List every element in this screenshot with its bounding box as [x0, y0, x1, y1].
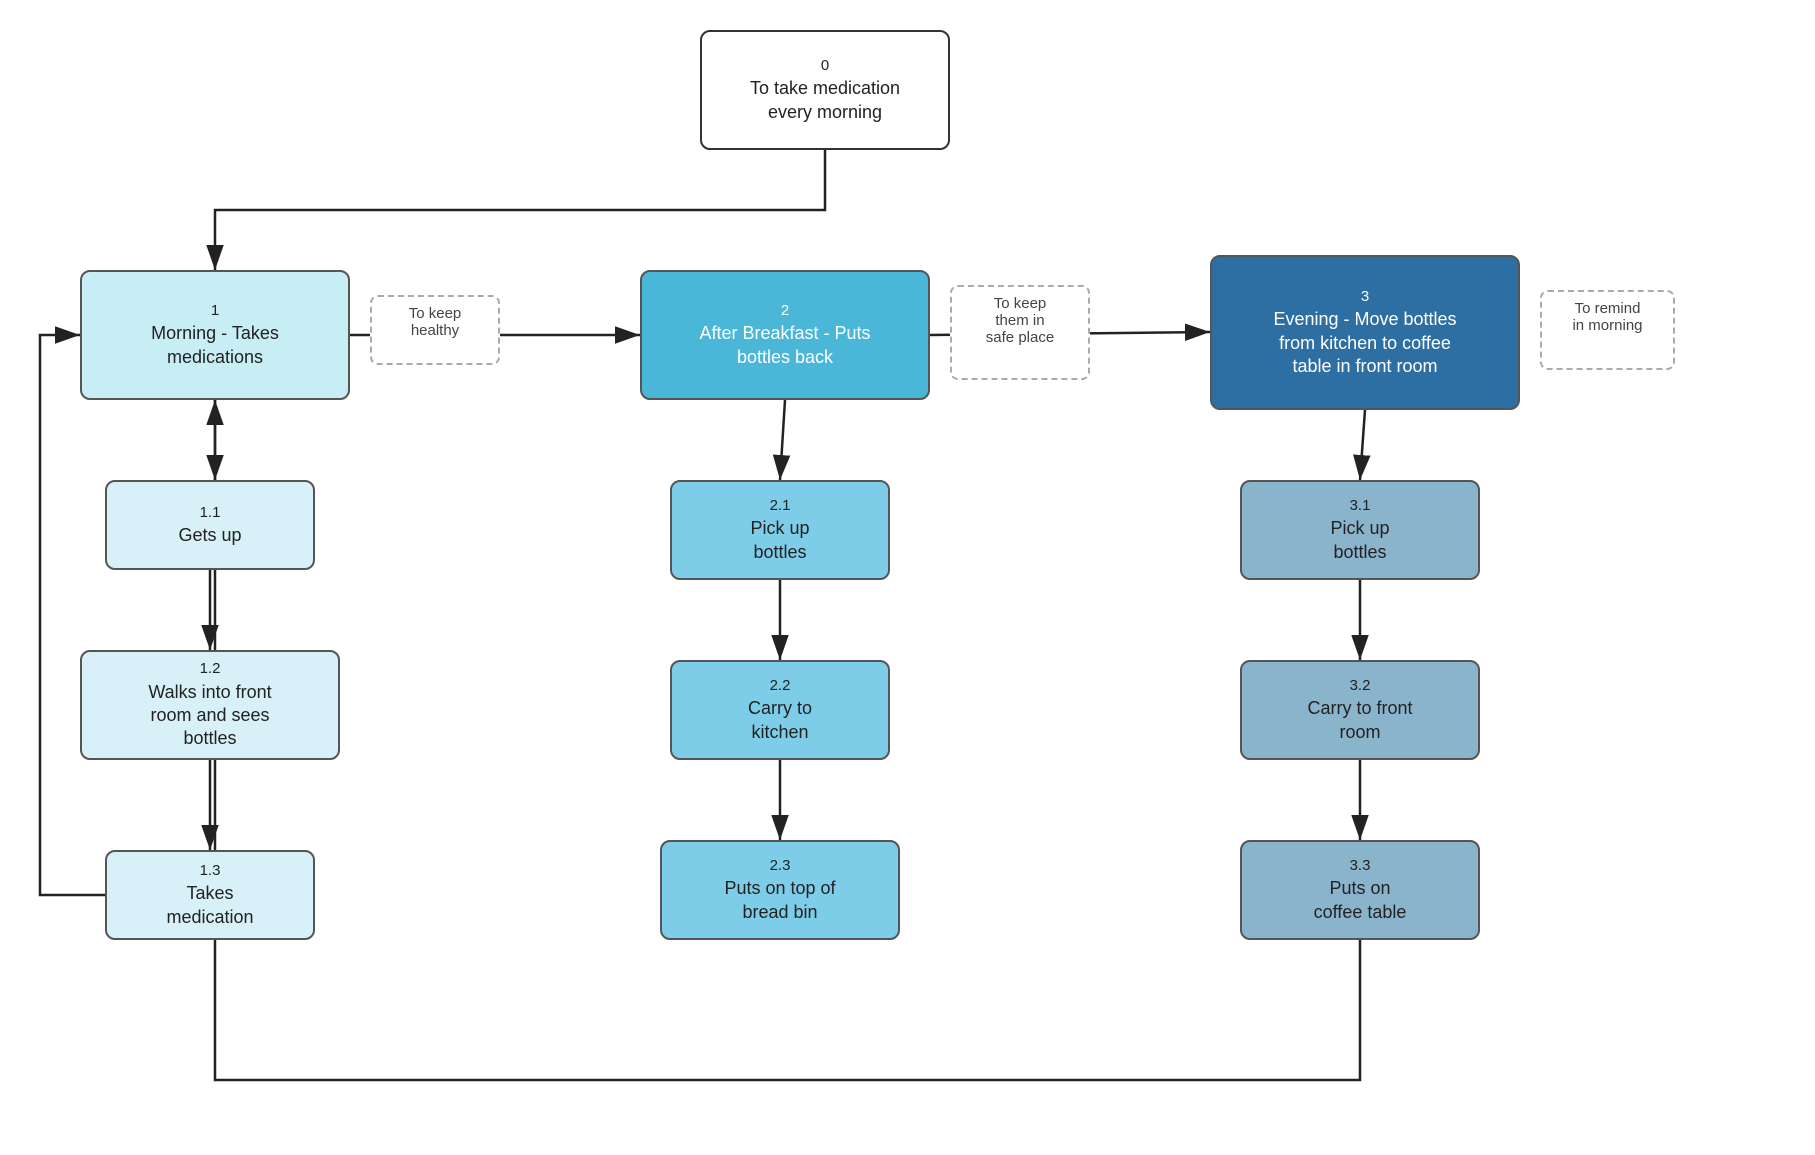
node-33-label: Puts oncoffee table: [1314, 877, 1407, 924]
node-23-label: Puts on top ofbread bin: [724, 877, 835, 924]
node-3-note: To remindin morning: [1540, 290, 1675, 370]
node-1-note: To keephealthy: [370, 295, 500, 365]
node-2-note: To keepthem insafe place: [950, 285, 1090, 380]
node-1-label: Morning - Takesmedications: [151, 322, 279, 369]
node-13-label: Takesmedication: [166, 882, 253, 929]
node-2: 2 After Breakfast - Putsbottles back: [640, 270, 930, 400]
node-31: 3.1 Pick upbottles: [1240, 480, 1480, 580]
node-1: 1 Morning - Takesmedications: [80, 270, 350, 400]
node-32-id: 3.2: [1350, 676, 1371, 696]
node-1-id: 1: [211, 301, 219, 321]
node-22-label: Carry tokitchen: [748, 697, 812, 744]
node-0-label: To take medicationevery morning: [750, 77, 900, 124]
node-12: 1.2 Walks into frontroom and seesbottles: [80, 650, 340, 760]
node-31-label: Pick upbottles: [1330, 517, 1389, 564]
node-0: 0 To take medicationevery morning: [700, 30, 950, 150]
node-33: 3.3 Puts oncoffee table: [1240, 840, 1480, 940]
node-21-id: 2.1: [770, 496, 791, 516]
diagram: 0 To take medicationevery morning 1 Morn…: [0, 0, 1815, 1155]
node-3-id: 3: [1361, 287, 1369, 307]
node-0-id: 0: [821, 56, 829, 76]
node-31-id: 3.1: [1350, 496, 1371, 516]
node-32-label: Carry to frontroom: [1307, 697, 1412, 744]
node-22-id: 2.2: [770, 676, 791, 696]
node-23-id: 2.3: [770, 856, 791, 876]
node-2-label: After Breakfast - Putsbottles back: [699, 322, 870, 369]
node-22: 2.2 Carry tokitchen: [670, 660, 890, 760]
node-11: 1.1 Gets up: [105, 480, 315, 570]
node-23: 2.3 Puts on top ofbread bin: [660, 840, 900, 940]
node-3-label: Evening - Move bottlesfrom kitchen to co…: [1273, 308, 1456, 378]
node-33-id: 3.3: [1350, 856, 1371, 876]
node-32: 3.2 Carry to frontroom: [1240, 660, 1480, 760]
node-11-label: Gets up: [178, 524, 241, 547]
node-13: 1.3 Takesmedication: [105, 850, 315, 940]
node-2-id: 2: [781, 301, 789, 321]
node-11-id: 1.1: [200, 503, 221, 523]
node-12-label: Walks into frontroom and seesbottles: [148, 681, 271, 751]
node-12-id: 1.2: [200, 659, 221, 679]
arrows-svg: [0, 0, 1815, 1155]
node-13-id: 1.3: [200, 861, 221, 881]
node-21: 2.1 Pick upbottles: [670, 480, 890, 580]
node-21-label: Pick upbottles: [750, 517, 809, 564]
node-3: 3 Evening - Move bottlesfrom kitchen to …: [1210, 255, 1520, 410]
